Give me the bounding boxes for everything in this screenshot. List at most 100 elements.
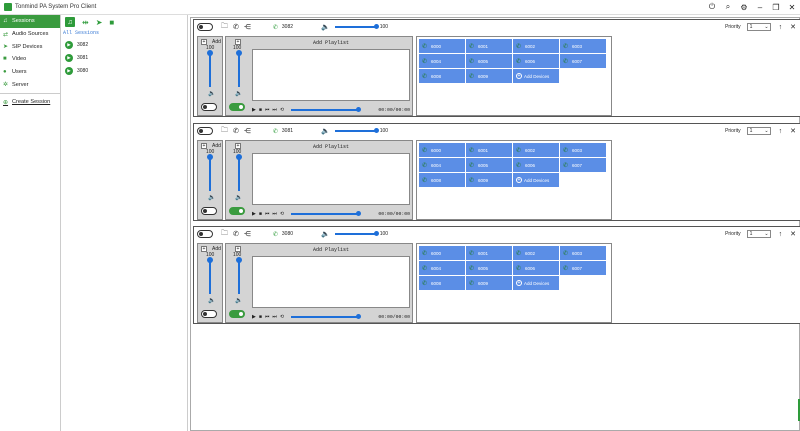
device-tile[interactable]: ✆ 6003 — [560, 143, 606, 157]
add-playlist-label[interactable]: Add Playlist — [252, 40, 410, 46]
device-tile[interactable]: ✆ 6000 — [419, 143, 465, 157]
play-icon[interactable]: ▶ — [65, 53, 73, 62]
arrow-up-icon[interactable]: ↑ — [779, 231, 783, 238]
device-tile[interactable]: ✆ 6006 — [513, 158, 559, 172]
sidebar-item-users[interactable]: ● Users — [0, 66, 60, 79]
device-tile[interactable]: ✆ 6007 — [560, 158, 606, 172]
slider-knob[interactable] — [236, 257, 242, 263]
add-devices-button[interactable]: + Add Devices — [513, 276, 559, 290]
device-tile[interactable]: ✆ 6001 — [466, 143, 512, 157]
power-icon[interactable]: ⏻ — [704, 0, 720, 14]
add-devices-button[interactable]: + Add Devices — [513, 173, 559, 187]
add-playlist-label[interactable]: Add Playlist — [252, 247, 410, 253]
next-icon[interactable]: ⏭ — [272, 211, 277, 217]
session-volume-slider[interactable] — [334, 128, 379, 133]
playlist-box[interactable] — [252, 256, 410, 308]
device-tile[interactable]: ✆ 6005 — [466, 261, 512, 275]
mid-volume-slider[interactable] — [236, 154, 242, 191]
sidebar-item-sessions[interactable]: ♫ Sessions — [0, 15, 60, 28]
device-tile[interactable]: ✆ 6008 — [419, 173, 465, 187]
add-playlist-label[interactable]: Add Playlist — [252, 144, 410, 150]
play-icon[interactable]: ▶ — [252, 107, 256, 113]
left-toggle[interactable] — [201, 310, 217, 318]
slider-knob[interactable] — [207, 50, 213, 56]
slider-knob[interactable] — [207, 154, 213, 160]
session-list-item[interactable]: ▶ 3081 — [61, 51, 187, 64]
previous-icon[interactable]: ⏮ — [265, 314, 270, 320]
priority-select[interactable]: 1 ⌄ — [746, 127, 771, 135]
stop-icon[interactable]: ■ — [259, 107, 262, 113]
close-icon[interactable]: ✕ — [784, 0, 800, 14]
device-tile[interactable]: ✆ 6004 — [419, 261, 465, 275]
mid-volume-slider[interactable] — [236, 50, 242, 87]
left-volume-slider[interactable] — [207, 257, 213, 294]
mid-toggle[interactable] — [229, 207, 245, 215]
session-volume-slider[interactable] — [334, 231, 379, 236]
slider-knob[interactable] — [207, 257, 213, 263]
session-toggle[interactable] — [197, 127, 213, 135]
sidebar-item-video[interactable]: ■ Video — [0, 53, 60, 66]
device-tile[interactable]: ✆ 6006 — [513, 261, 559, 275]
playlist-box[interactable] — [252, 49, 410, 101]
device-tile[interactable]: ✆ 6007 — [560, 261, 606, 275]
device-tile[interactable]: ✆ 6000 — [419, 246, 465, 260]
gear-icon[interactable]: ⚙ — [736, 0, 752, 14]
stop-icon[interactable]: ■ — [259, 314, 262, 320]
device-tile[interactable]: ✆ 6001 — [466, 39, 512, 53]
left-toggle[interactable] — [201, 103, 217, 111]
send-icon[interactable]: ➤ — [96, 18, 103, 27]
play-icon[interactable]: ▶ — [65, 40, 73, 49]
device-tile[interactable]: ✆ 6004 — [419, 158, 465, 172]
close-icon[interactable]: ✕ — [790, 230, 796, 238]
tree-icon[interactable]: ⋲ — [244, 23, 251, 31]
link-icon[interactable]: ⇹ — [82, 18, 89, 27]
device-tile[interactable]: ✆ 6005 — [466, 158, 512, 172]
stop-icon[interactable]: ■ — [259, 211, 262, 217]
folder-icon[interactable]: 🗀 — [221, 229, 228, 240]
sidebar-item-sip-devices[interactable]: ➤ SIP Devices — [0, 40, 60, 53]
device-tile[interactable]: ✆ 6008 — [419, 276, 465, 290]
previous-icon[interactable]: ⏮ — [265, 211, 270, 217]
mid-toggle[interactable] — [229, 310, 245, 318]
music-note-icon[interactable]: ♫ — [65, 17, 75, 27]
phone-settings-icon[interactable]: ✆ — [233, 127, 239, 135]
close-icon[interactable]: ✕ — [790, 23, 796, 31]
play-icon[interactable]: ▶ — [252, 314, 256, 320]
left-volume-slider[interactable] — [207, 50, 213, 87]
session-volume-slider[interactable] — [334, 24, 379, 29]
folder-icon[interactable]: 🗀 — [221, 22, 228, 33]
device-tile[interactable]: ✆ 6003 — [560, 39, 606, 53]
search-icon[interactable]: ⌕ — [720, 0, 736, 14]
arrow-up-icon[interactable]: ↑ — [779, 24, 783, 31]
add-devices-button[interactable]: + Add Devices — [513, 69, 559, 83]
phone-settings-icon[interactable]: ✆ — [233, 230, 239, 238]
device-tile[interactable]: ✆ 6008 — [419, 69, 465, 83]
slider-knob[interactable] — [356, 314, 362, 319]
device-tile[interactable]: ✆ 6009 — [466, 69, 512, 83]
device-tile[interactable]: ✆ 6001 — [466, 246, 512, 260]
sidebar-item-audio-sources[interactable]: ⇄ Audio Sources — [0, 28, 60, 41]
play-icon[interactable]: ▶ — [252, 211, 256, 217]
previous-icon[interactable]: ⏮ — [265, 107, 270, 113]
slider-knob[interactable] — [236, 50, 242, 56]
session-list-item[interactable]: ▶ 3080 — [61, 64, 187, 77]
phone-settings-icon[interactable]: ✆ — [233, 23, 239, 31]
playlist-box[interactable] — [252, 153, 410, 205]
slider-knob[interactable] — [356, 211, 362, 216]
play-icon[interactable]: ▶ — [65, 66, 73, 75]
next-icon[interactable]: ⏭ — [272, 314, 277, 320]
device-tile[interactable]: ✆ 6006 — [513, 54, 559, 68]
slider-knob[interactable] — [373, 128, 379, 133]
mid-volume-slider[interactable] — [236, 257, 242, 294]
repeat-icon[interactable]: ⟲ — [280, 107, 284, 113]
session-toggle[interactable] — [197, 23, 213, 31]
restore-icon[interactable]: ❐ — [768, 0, 784, 14]
repeat-icon[interactable]: ⟲ — [280, 211, 284, 217]
priority-select[interactable]: 1 ⌄ — [746, 230, 771, 238]
slider-knob[interactable] — [373, 231, 379, 236]
session-list-item[interactable]: ▶ 3082 — [61, 38, 187, 51]
mid-toggle[interactable] — [229, 103, 245, 111]
tree-icon[interactable]: ⋲ — [244, 230, 251, 238]
arrow-up-icon[interactable]: ↑ — [779, 128, 783, 135]
device-tile[interactable]: ✆ 6003 — [560, 246, 606, 260]
